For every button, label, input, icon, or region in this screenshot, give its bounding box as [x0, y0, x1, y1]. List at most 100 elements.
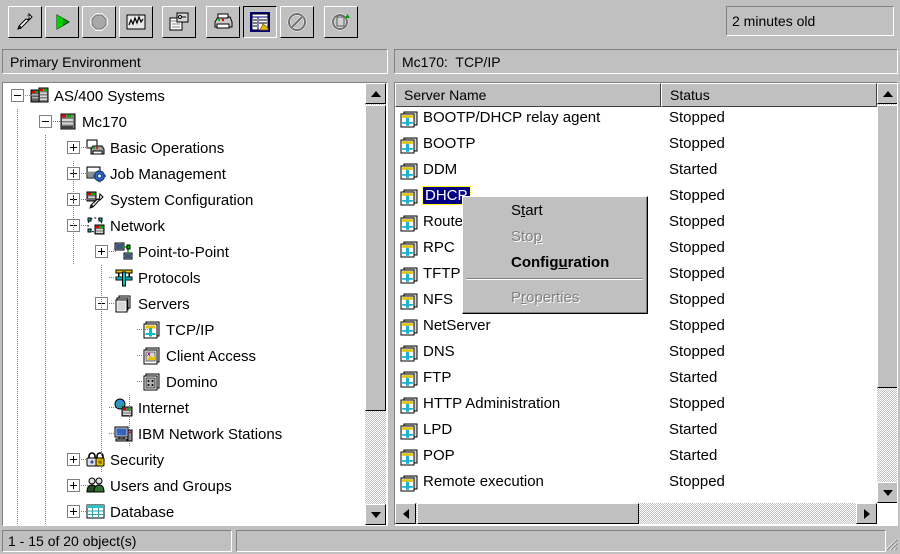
tcpip-server-icon	[400, 397, 418, 414]
properties-wrench-icon-button[interactable]	[8, 6, 42, 38]
server-name-cell: DDM	[423, 161, 458, 178]
tree-scroll-down-button[interactable]	[365, 504, 386, 525]
tcpip-server-icon	[400, 111, 418, 128]
tree-item-basic-operations[interactable]: Basic Operations	[3, 135, 365, 161]
list-column-header: Server Name Status	[395, 83, 877, 107]
tree-scroll-thumb[interactable]	[365, 105, 386, 411]
collapse-toggle-icon[interactable]	[39, 115, 52, 128]
server-status-cell: Stopped	[669, 343, 725, 360]
table-row[interactable]: Remote execution Stopped	[395, 471, 877, 497]
table-row[interactable]: POP Started	[395, 445, 877, 471]
status-bar-object-count: 1 - 15 of 20 object(s)	[2, 530, 232, 552]
column-header-server-name[interactable]: Server Name	[395, 83, 661, 107]
navigation-tree[interactable]: AS/400 Systems Mc170 Basic Operations Jo…	[3, 83, 365, 525]
tree-item-as-400-systems[interactable]: AS/400 Systems	[3, 83, 365, 109]
resize-grip-icon[interactable]	[884, 538, 898, 552]
tree-item-client-access[interactable]: Client Access	[3, 343, 365, 369]
context-menu-items[interactable]: Start Stop Configuration Properties	[463, 197, 646, 310]
client-access-icon	[143, 347, 160, 365]
tree-item-label: Network	[110, 217, 166, 235]
server-name-cell: BOOTP/DHCP relay agent	[423, 109, 601, 126]
list-scroll-thumb[interactable]	[877, 105, 897, 388]
context-menu[interactable]: Start Stop Configuration Properties	[462, 196, 648, 314]
refresh-icon-button[interactable]	[324, 6, 358, 38]
table-row[interactable]: LPD Started	[395, 419, 877, 445]
table-row[interactable]: DNS Stopped	[395, 341, 877, 367]
list-vertical-scrollbar[interactable]	[877, 83, 897, 503]
tree-item-tcp-ip[interactable]: TCP/IP	[3, 317, 365, 343]
table-row[interactable]: DDM Started	[395, 159, 877, 185]
point-to-point-icon	[114, 242, 133, 260]
expand-toggle-icon[interactable]	[67, 141, 80, 154]
start-icon-button[interactable]	[45, 6, 79, 38]
chevron-right-icon	[863, 508, 870, 519]
menu-item-properties: Properties	[463, 284, 646, 310]
server-name-cell: LPD	[423, 421, 453, 438]
tcpip-icon	[143, 321, 160, 339]
tcpip-server-icon	[400, 267, 418, 284]
table-row[interactable]: BOOTP/DHCP relay agent Stopped	[395, 107, 877, 133]
list-horizontal-scrollbar[interactable]	[395, 503, 877, 524]
tree-item-database[interactable]: Database	[3, 499, 365, 525]
no-entry-icon-button[interactable]	[280, 6, 314, 38]
expand-toggle-icon[interactable]	[67, 505, 80, 518]
tree-scroll-up-button[interactable]	[365, 83, 386, 104]
monitor-graph-icon-button[interactable]	[119, 6, 153, 38]
table-row[interactable]: NetServer Stopped	[395, 315, 877, 341]
tree-item-point-to-point[interactable]: Point-to-Point	[3, 239, 365, 265]
tcpip-server-icon	[400, 163, 418, 180]
tree-item-domino[interactable]: Domino	[3, 369, 365, 395]
tree-connector-line	[109, 251, 117, 252]
tree-item-ibm-network-stations[interactable]: IBM Network Stations	[3, 421, 365, 447]
list-view-icon	[250, 12, 270, 32]
list-scroll-left-button[interactable]	[395, 503, 416, 524]
security-icon	[86, 452, 105, 467]
no-entry-icon	[287, 12, 307, 32]
menu-item-start[interactable]: Start	[463, 197, 646, 223]
expand-toggle-icon[interactable]	[67, 479, 80, 492]
tree-item-mc170[interactable]: Mc170	[3, 109, 365, 135]
table-row[interactable]: BOOTP Stopped	[395, 133, 877, 159]
tree-item-security[interactable]: Security	[3, 447, 365, 473]
new-window-icon-button[interactable]	[162, 6, 196, 38]
tree-item-internet[interactable]: Internet	[3, 395, 365, 421]
list-scroll-up-button[interactable]	[877, 83, 897, 104]
tree-connector-line	[73, 161, 74, 265]
expand-toggle-icon[interactable]	[95, 245, 108, 258]
tcpip-server-icon	[400, 423, 418, 440]
list-view-icon-button[interactable]	[243, 6, 277, 38]
server-status-cell: Stopped	[669, 395, 725, 412]
tree-connector-line	[45, 135, 46, 525]
database-icon	[86, 504, 105, 519]
as400-systems-icon	[30, 87, 49, 103]
tcpip-server-icon	[400, 475, 418, 492]
tree-item-protocols[interactable]: Protocols	[3, 265, 365, 291]
printer-icon-button[interactable]	[206, 6, 240, 38]
tree-item-label: Servers	[138, 295, 190, 313]
table-row[interactable]: FTP Started	[395, 367, 877, 393]
servers-icon	[115, 295, 131, 313]
expand-toggle-icon[interactable]	[67, 453, 80, 466]
tree-item-job-management[interactable]: Job Management	[3, 161, 365, 187]
tree-connector-line	[81, 147, 89, 148]
tcpip-server-icon	[400, 345, 418, 362]
tree-vertical-scrollbar[interactable]	[365, 83, 386, 525]
age-field: 2 minutes old	[726, 6, 894, 36]
table-row[interactable]: HTTP Administration Stopped	[395, 393, 877, 419]
stop-icon-button[interactable]	[82, 6, 116, 38]
column-header-status-label: Status	[670, 87, 710, 103]
collapse-toggle-icon[interactable]	[11, 89, 24, 102]
tree-item-network[interactable]: Network	[3, 213, 365, 239]
tree-item-users-and-groups[interactable]: Users and Groups	[3, 473, 365, 499]
list-hscroll-thumb[interactable]	[417, 503, 639, 524]
chevron-up-icon	[370, 90, 381, 97]
menu-item-label: Start	[511, 201, 543, 219]
list-scroll-right-button[interactable]	[856, 503, 877, 524]
tree-connector-line	[81, 199, 89, 200]
tree-item-servers[interactable]: Servers	[3, 291, 365, 317]
list-scroll-down-button[interactable]	[877, 482, 897, 503]
column-header-status[interactable]: Status	[661, 83, 877, 107]
tree-item-system-configuration[interactable]: System Configuration	[3, 187, 365, 213]
menu-item-configuration[interactable]: Configuration	[463, 249, 646, 275]
tree-item-label: Job Management	[110, 165, 226, 183]
